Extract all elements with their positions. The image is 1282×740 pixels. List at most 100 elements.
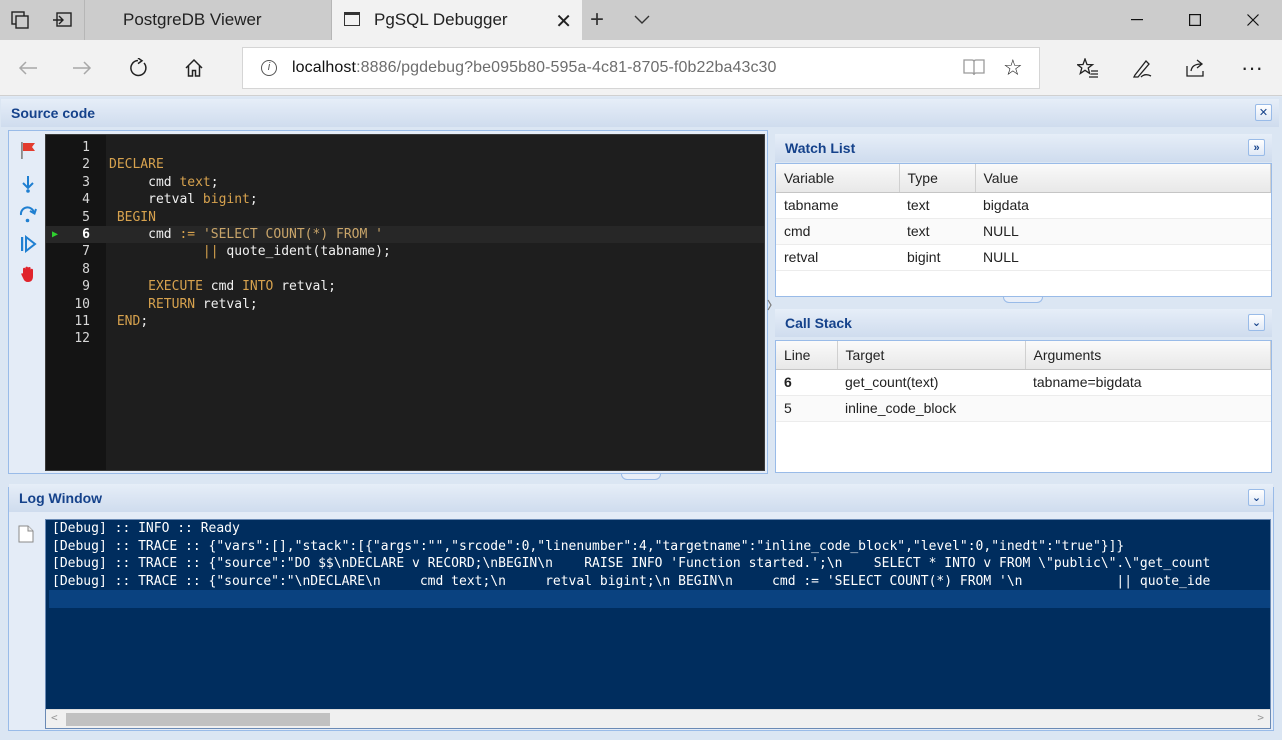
column-header[interactable]: Arguments xyxy=(1025,341,1271,370)
code-text: RETURN retval; xyxy=(148,296,258,312)
variable-cell: tabname xyxy=(776,192,899,219)
tab-pgsql-debugger[interactable]: PgSQL Debugger ✕ xyxy=(332,0,582,40)
table-row[interactable]: cmd text NULL xyxy=(776,218,1271,245)
code-line[interactable]: 2 DECLARE xyxy=(46,156,764,173)
watch-resize-grip[interactable] xyxy=(1003,297,1043,303)
more-menu-icon[interactable]: ··· xyxy=(1236,52,1268,84)
code-text: BEGIN xyxy=(116,209,156,225)
log-line: [Debug] :: TRACE :: {"source":"DO $$\nDE… xyxy=(52,556,1211,571)
line-number[interactable]: 7 xyxy=(46,243,90,260)
vertical-splitter[interactable] xyxy=(767,288,773,322)
code-text: END; xyxy=(116,314,149,329)
continue-icon[interactable] xyxy=(18,234,38,254)
home-icon[interactable] xyxy=(178,52,210,84)
address-bar[interactable]: i localhost:8886/pgdebug?be095b80-595a-4… xyxy=(242,47,1040,89)
page-icon xyxy=(344,12,360,26)
tab-postgredb-viewer[interactable]: PostgreDB Viewer xyxy=(84,0,332,40)
url-path: :8886/pgdebug?be095b80-595a-4c81-8705-f0… xyxy=(356,59,777,76)
code-line[interactable]: 12 xyxy=(46,330,764,347)
type-cell: text xyxy=(899,192,975,219)
back-icon[interactable] xyxy=(12,52,44,84)
code-line[interactable]: 7 || quote_ident(tabname); xyxy=(46,243,764,260)
line-number[interactable]: 11 xyxy=(46,313,90,330)
code-text: cmd text; xyxy=(109,174,219,190)
tab-preview-chevron-icon[interactable] xyxy=(634,9,650,30)
log-line: [Debug] :: INFO :: Ready xyxy=(52,521,240,536)
line-number[interactable]: 5 xyxy=(46,209,90,226)
table-row[interactable]: 6 get_count(text) tabname=bigdata xyxy=(776,369,1271,396)
forward-icon[interactable] xyxy=(66,52,98,84)
code-line[interactable]: 6 ▶ cmd := 'SELECT COUNT(*) FROM ' xyxy=(46,226,764,244)
browser-nav-bar: i localhost:8886/pgdebug?be095b80-595a-4… xyxy=(0,40,1282,96)
log-line: [Debug] :: TRACE :: {"vars":[],"stack":[… xyxy=(52,538,1125,554)
stop-icon[interactable] xyxy=(18,264,38,284)
horizontal-splitter-grip[interactable] xyxy=(621,474,661,480)
site-info-icon[interactable]: i xyxy=(261,60,277,76)
column-header[interactable]: Type xyxy=(899,164,976,193)
close-panel-icon[interactable]: ✕ xyxy=(1255,104,1272,121)
code-line[interactable]: 11 END; xyxy=(46,313,764,330)
reading-view-icon[interactable] xyxy=(963,58,985,81)
share-icon[interactable] xyxy=(1180,52,1212,84)
column-header[interactable]: Line xyxy=(776,341,838,370)
step-into-icon[interactable] xyxy=(18,174,38,194)
code-line[interactable]: 1 xyxy=(46,139,764,156)
call-stack-header: Call Stack xyxy=(775,309,1272,337)
favorite-star-icon[interactable]: ☆ xyxy=(1003,55,1023,81)
table-row[interactable]: retval bigint NULL xyxy=(776,244,1271,271)
table-row[interactable]: 5 inline_code_block xyxy=(776,395,1271,422)
code-line[interactable]: 4 retval bigint; xyxy=(46,191,764,208)
column-header[interactable]: Value xyxy=(975,164,1271,193)
log-horizontal-scrollbar[interactable]: < > xyxy=(46,709,1270,728)
code-line[interactable]: 3 cmd text; xyxy=(46,174,764,191)
panel-title: Call Stack xyxy=(785,315,852,331)
line-number[interactable]: 3 xyxy=(46,174,90,191)
panel-title: Log Window xyxy=(19,490,103,506)
code-line[interactable]: 10 RETURN retval; xyxy=(46,296,764,313)
line-number[interactable]: 9 xyxy=(46,278,90,295)
code-text: EXECUTE cmd INTO retval; xyxy=(148,279,337,295)
line-number[interactable]: 2 xyxy=(46,156,90,173)
column-header[interactable]: Variable xyxy=(776,164,900,193)
minimize-window-icon[interactable] xyxy=(1108,0,1166,40)
code-editor[interactable]: 1 2 DECLARE 3 cmd text; 4 retval bigint; 5 BE… xyxy=(45,134,765,471)
code-line[interactable]: 9 EXECUTE cmd INTO retval; xyxy=(46,278,764,295)
favorites-icon[interactable] xyxy=(1072,52,1104,84)
target-cell: inline_code_block xyxy=(837,395,1025,422)
url-host: localhost xyxy=(292,59,357,76)
set-aside-tabs-icon[interactable] xyxy=(50,8,74,32)
scroll-right-icon[interactable]: > xyxy=(1257,711,1264,724)
refresh-icon[interactable] xyxy=(122,52,154,84)
new-tab-icon[interactable]: + xyxy=(590,6,604,34)
line-number[interactable]: 4 xyxy=(46,191,90,208)
tab-manager-icon[interactable] xyxy=(8,8,32,32)
notes-pen-icon[interactable] xyxy=(1126,52,1158,84)
log-line: [Debug] :: TRACE :: {"source":"\nDECLARE… xyxy=(52,573,1211,589)
collapse-down-icon[interactable]: ⌄ xyxy=(1248,314,1265,331)
call-stack-table: Line Target Arguments 6 get_count(text) ta… xyxy=(776,341,1271,422)
code-line[interactable]: 5 BEGIN xyxy=(46,209,764,226)
column-header[interactable]: Target xyxy=(837,341,1026,370)
table-row[interactable]: tabname text bigdata xyxy=(776,192,1271,219)
url-text[interactable]: localhost:8886/pgdebug?be095b80-595a-4c8… xyxy=(292,59,777,77)
line-number[interactable]: 1 xyxy=(46,139,90,156)
target-cell: get_count(text) xyxy=(837,369,1025,396)
toggle-breakpoint-icon[interactable] xyxy=(18,140,38,160)
maximize-window-icon[interactable] xyxy=(1166,0,1224,40)
tab-title: PostgreDB Viewer xyxy=(123,10,262,29)
scrollbar-thumb[interactable] xyxy=(66,713,330,726)
code-line[interactable]: 8 xyxy=(46,261,764,278)
log-output[interactable]: [Debug] :: INFO :: Ready [Debug] :: TRAC… xyxy=(45,519,1271,729)
scroll-left-icon[interactable]: < xyxy=(51,711,58,724)
line-number[interactable]: 10 xyxy=(46,296,90,313)
collapse-right-icon[interactable]: » xyxy=(1248,139,1265,156)
clear-log-icon[interactable] xyxy=(18,525,34,546)
line-number[interactable]: 8 xyxy=(46,261,90,278)
current-line-arrow-icon: ▶ xyxy=(52,229,59,240)
close-window-icon[interactable] xyxy=(1224,0,1282,40)
close-tab-icon[interactable]: ✕ xyxy=(555,9,572,34)
variable-cell: retval xyxy=(776,244,899,271)
collapse-down-icon[interactable]: ⌄ xyxy=(1248,489,1265,506)
step-over-icon[interactable] xyxy=(18,204,38,224)
line-number[interactable]: 12 xyxy=(46,330,90,347)
